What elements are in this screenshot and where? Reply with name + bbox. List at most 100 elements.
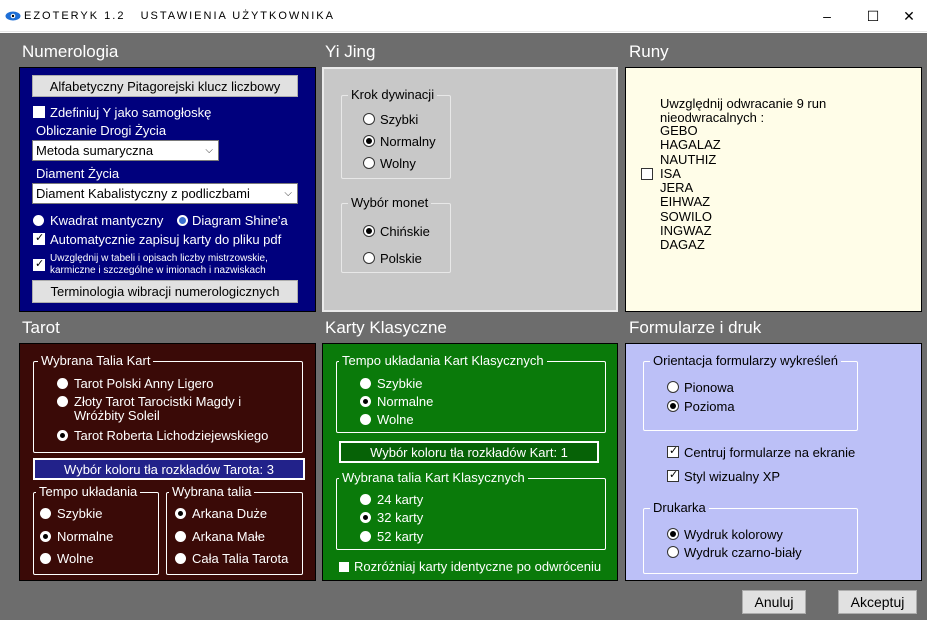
distinguish-checkbox-box[interactable] xyxy=(339,562,349,572)
radio-icon[interactable] xyxy=(363,157,375,169)
radio-icon[interactable] xyxy=(175,553,186,564)
tarot-tempo-wolne-label: Wolne xyxy=(57,551,94,566)
close-button[interactable]: ✕ xyxy=(886,0,927,32)
tarot-tempo-wolne-radio[interactable]: Wolne xyxy=(40,551,94,566)
step-szybki-label: Szybki xyxy=(380,112,419,127)
karty-tempo-wolne-radio[interactable]: Wolne xyxy=(360,412,414,427)
chevron-down-icon: ⌵ xyxy=(284,188,292,199)
karty-deck-24-radio[interactable]: 24 karty xyxy=(360,492,423,507)
talia-arkana-duze-radio[interactable]: Arkana Duże xyxy=(175,506,267,521)
rune-item: DAGAZ xyxy=(660,237,705,253)
radio-dot-icon[interactable] xyxy=(33,215,44,226)
diamond-value: Diament Kabalistyczny z podliczbami xyxy=(36,186,250,201)
tarot-tempo-szybkie-radio[interactable]: Szybkie xyxy=(40,506,103,521)
distinguish-label: Rozróżniaj karty identyczne po odwróceni… xyxy=(354,559,602,574)
karty-deck-52-radio[interactable]: 52 karty xyxy=(360,529,423,544)
talia-cala-radio[interactable]: Cała Talia Tarota xyxy=(175,551,288,566)
distinguish-checkbox[interactable]: Rozróżniaj karty identyczne po odwróceni… xyxy=(339,559,601,574)
karty-deck-52-label: 52 karty xyxy=(377,529,424,544)
orientation-pionowa-radio[interactable]: Pionowa xyxy=(667,380,734,395)
radio-icon[interactable] xyxy=(360,414,371,425)
radio-selected-icon[interactable] xyxy=(667,528,679,540)
radio-selected-icon[interactable] xyxy=(57,430,68,441)
printer-color-radio[interactable]: Wydruk kolorowy xyxy=(667,527,783,542)
minimize-button[interactable]: – xyxy=(804,0,850,32)
printer-bw-radio[interactable]: Wydruk czarno-biały xyxy=(667,545,802,560)
radio-icon[interactable] xyxy=(363,252,375,264)
coins-chinskie-radio[interactable]: Chińskie xyxy=(363,224,430,239)
radio-icon[interactable] xyxy=(363,113,375,125)
tarot-title: Tarot xyxy=(22,318,60,337)
karty-tempo-szybkie-radio[interactable]: Szybkie xyxy=(360,376,423,391)
diamond-label: Diament Życia xyxy=(36,166,120,181)
radio-icon[interactable] xyxy=(57,396,68,407)
numerologia-title: Numerologia xyxy=(22,42,119,61)
tarot-tempo-normalne-radio[interactable]: Normalne xyxy=(40,529,113,544)
radio-icon[interactable] xyxy=(40,508,51,519)
master-numbers-checkbox[interactable]: Uwzględnij w tabeli i opisach liczby mis… xyxy=(33,253,268,277)
step-szybki-radio[interactable]: Szybki xyxy=(363,112,418,127)
pythagorean-key-button[interactable]: Alfabetyczny Pitagorejski klucz liczbowy xyxy=(32,75,298,97)
master-numbers-checkbox-box[interactable] xyxy=(33,257,45,271)
radio-selected-icon[interactable] xyxy=(175,508,186,519)
tarot-color-button[interactable]: Wybór koloru tła rozkładów Tarota: 3 xyxy=(33,458,305,480)
radio-selected-icon[interactable] xyxy=(360,396,371,407)
life-path-value: Metoda sumaryczna xyxy=(36,143,154,158)
radio-selected-icon[interactable] xyxy=(363,225,375,237)
radio-selected-icon[interactable] xyxy=(360,512,371,523)
deck-lichodziejewski-radio[interactable]: Tarot Roberta Lichodziejewskiego xyxy=(57,428,268,443)
radio-icon[interactable] xyxy=(360,378,371,389)
window-title: EZOTERYK 1.2 USTAWIENIA UŻYTKOWNIKA xyxy=(24,10,335,22)
karty-tempo-normalne-radio[interactable]: Normalne xyxy=(360,394,433,409)
y-vowel-checkbox-box[interactable] xyxy=(33,106,45,118)
karty-color-button[interactable]: Wybór koloru tła rozkładów Kart: 1 xyxy=(339,441,599,463)
reverse-runes-checkbox[interactable] xyxy=(641,168,653,180)
radio-icon[interactable] xyxy=(360,494,371,505)
radio-icon[interactable] xyxy=(667,381,679,393)
printer-bw-label: Wydruk czarno-biały xyxy=(684,545,802,560)
radio-icon[interactable] xyxy=(57,378,68,389)
deck-zloty-radio[interactable]: Złoty Tarot Tarocistki Magdy i xyxy=(57,394,241,409)
radio-icon[interactable] xyxy=(667,546,679,558)
karty-deck-32-radio[interactable]: 32 karty xyxy=(360,510,423,525)
talia-arkana-male-radio[interactable]: Arkana Małe xyxy=(175,529,265,544)
tarot-talia-group-label: Wybrana talia xyxy=(169,484,255,499)
reverse-runes-line1: Uwzględnij odwracanie 9 run xyxy=(660,96,827,111)
radio-icon[interactable] xyxy=(175,531,186,542)
autosave-checkbox-box[interactable] xyxy=(33,231,45,245)
radio-icon[interactable] xyxy=(40,553,51,564)
step-wolny-radio[interactable]: Wolny xyxy=(363,156,416,171)
shine-diagram-radio[interactable]: Diagram Shine'a xyxy=(177,213,288,228)
deck-ligero-radio[interactable]: Tarot Polski Anny Ligero xyxy=(57,376,213,391)
karty-title: Karty Klasyczne xyxy=(325,318,447,337)
vibration-terminology-button[interactable]: Terminologia wibracji numerologicznych xyxy=(32,280,298,303)
radio-icon[interactable] xyxy=(360,531,371,542)
center-forms-checkbox[interactable]: Centruj formularze na ekranie xyxy=(667,444,855,460)
xp-style-checkbox-box[interactable] xyxy=(667,468,679,482)
cancel-button[interactable]: Anuluj xyxy=(742,590,806,614)
tarot-panel: Wybrana Talia Kart Tarot Polski Anny Lig… xyxy=(19,343,316,581)
diamond-select[interactable]: Diament Kabalistyczny z podliczbami ⌵ xyxy=(32,183,298,204)
yijing-title: Yi Jing xyxy=(325,42,376,61)
step-normalny-radio[interactable]: Normalny xyxy=(363,134,436,149)
autosave-pdf-checkbox[interactable]: Automatycznie zapisuj karty do pliku pdf xyxy=(33,231,281,247)
coins-polskie-radio[interactable]: Polskie xyxy=(363,251,422,266)
radio-selected-icon[interactable] xyxy=(667,400,679,412)
tarot-tempo-normalne-label: Normalne xyxy=(57,529,114,544)
coins-group-label: Wybór monet xyxy=(348,195,432,210)
orientation-pozioma-radio[interactable]: Pozioma xyxy=(667,399,735,414)
accept-button[interactable]: Akceptuj xyxy=(838,590,917,614)
xp-style-checkbox[interactable]: Styl wizualny XP xyxy=(667,468,781,484)
radio-selected-icon[interactable] xyxy=(363,135,375,147)
karty-deck-24-label: 24 karty xyxy=(377,492,424,507)
rune-item: GEBO xyxy=(660,123,698,138)
deck-zloty-label: Złoty Tarot Tarocistki Magdy i xyxy=(74,394,242,409)
radio-selected-icon[interactable] xyxy=(177,215,188,226)
center-forms-checkbox-box[interactable] xyxy=(667,444,679,458)
xp-style-label: Styl wizualny XP xyxy=(684,469,781,484)
runy-title: Runy xyxy=(629,42,669,61)
life-path-select[interactable]: Metoda sumaryczna ⌵ xyxy=(32,140,219,161)
y-vowel-checkbox[interactable]: Zdefiniuj Y jako samogłoskę xyxy=(33,105,211,120)
square-mantic-radio[interactable]: Kwadrat mantyczny xyxy=(33,213,163,228)
radio-selected-icon[interactable] xyxy=(40,531,51,542)
